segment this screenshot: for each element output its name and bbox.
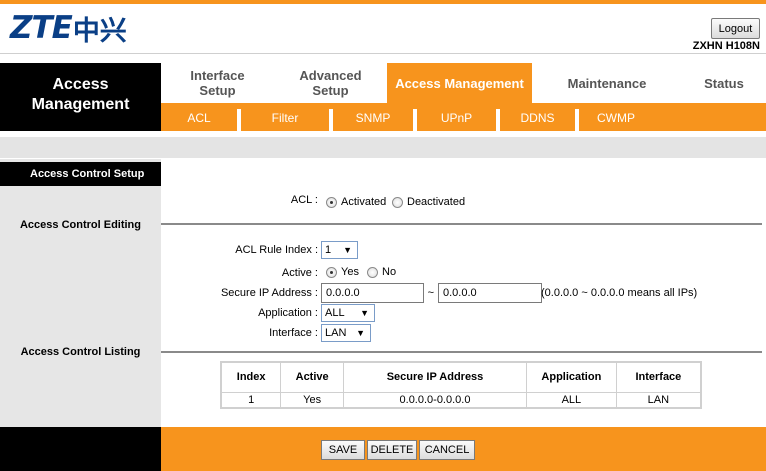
subtab-acl[interactable]: ACL bbox=[161, 103, 237, 131]
subtab-ddns[interactable]: DDNS bbox=[500, 103, 575, 131]
main-nav: Interface Setup Advanced Setup Access Mana… bbox=[161, 63, 766, 103]
table-header-row: Index Active Secure IP Address Applicati… bbox=[220, 361, 702, 393]
logo-latin: ZTE bbox=[10, 10, 73, 46]
device-model: ZXHN H108N bbox=[692, 40, 760, 52]
sub-nav: ACL Filter SNMP UPnP DDNS CWMP bbox=[161, 103, 766, 131]
rule-index-select[interactable]: 1 ▼ bbox=[321, 241, 358, 259]
column-header-active: Active bbox=[280, 361, 345, 393]
interface-label: Interface : bbox=[269, 327, 318, 339]
active-option-yes[interactable]: Yes bbox=[326, 266, 359, 278]
radio-active-yes[interactable] bbox=[326, 266, 337, 278]
application-value: ALL bbox=[325, 307, 345, 319]
top-accent-bar bbox=[0, 0, 766, 4]
ip-hint: (0.0.0.0 ~ 0.0.0.0 means all IPs) bbox=[541, 287, 698, 299]
tab-maintenance[interactable]: Maintenance bbox=[532, 63, 682, 103]
tab-advanced-setup-label1: Advanced bbox=[299, 68, 362, 83]
rule-index-value: 1 bbox=[325, 244, 332, 256]
tab-interface-setup-label2: Setup bbox=[199, 83, 236, 98]
subtab-cwmp[interactable]: CWMP bbox=[579, 103, 653, 131]
content-top-strip bbox=[0, 137, 766, 158]
acl-deactivated-label: Deactivated bbox=[407, 196, 466, 208]
ip-start-input[interactable] bbox=[321, 283, 424, 303]
section-heading-editing: Access Control Editing bbox=[19, 219, 142, 231]
chevron-down-icon: ▼ bbox=[343, 245, 352, 255]
delete-button[interactable]: DELETE bbox=[367, 440, 417, 460]
radio-activated[interactable] bbox=[326, 196, 337, 208]
radio-active-no[interactable] bbox=[367, 266, 378, 278]
logo-chinese: 中兴 bbox=[72, 15, 127, 47]
rule-index-label: ACL Rule Index : bbox=[235, 244, 318, 256]
application-label: Application : bbox=[258, 307, 318, 319]
tab-advanced-setup[interactable]: Advanced Setup bbox=[274, 63, 387, 103]
section-title-line2: Management bbox=[31, 96, 130, 113]
chevron-down-icon: ▼ bbox=[360, 308, 369, 318]
tab-access-management[interactable]: Access Management bbox=[387, 63, 532, 103]
ip-range-tilde: ~ bbox=[427, 287, 434, 299]
subtab-filter[interactable]: Filter bbox=[241, 103, 329, 131]
active-option-no[interactable]: No bbox=[367, 266, 396, 278]
column-header-interface: Interface bbox=[615, 361, 702, 393]
tab-interface-setup-label1: Interface bbox=[190, 68, 245, 83]
section-sidebar bbox=[0, 159, 161, 427]
acl-option-activated[interactable]: Activated bbox=[326, 196, 386, 208]
column-header-application: Application bbox=[525, 361, 617, 393]
cell-interface: LAN bbox=[615, 391, 702, 409]
cell-active: Yes bbox=[280, 391, 345, 409]
active-yes-label: Yes bbox=[341, 266, 359, 278]
section-divider-editing bbox=[161, 223, 762, 225]
column-header-index: Index bbox=[220, 361, 282, 393]
acl-activated-label: Activated bbox=[341, 196, 387, 208]
header-divider bbox=[0, 53, 766, 54]
footer-left-block bbox=[0, 427, 161, 471]
save-button[interactable]: SAVE bbox=[321, 440, 365, 460]
acl-label: ACL : bbox=[290, 194, 318, 206]
tab-maintenance-label: Maintenance bbox=[567, 75, 647, 91]
cell-secure-ip: 0.0.0.0-0.0.0.0 bbox=[343, 391, 527, 409]
subtab-upnp[interactable]: UPnP bbox=[417, 103, 496, 131]
acl-option-deactivated[interactable]: Deactivated bbox=[392, 196, 465, 208]
cell-index: 1 bbox=[220, 391, 282, 409]
tab-access-management-label: Access Management bbox=[395, 75, 524, 91]
ip-end-input[interactable] bbox=[438, 283, 542, 303]
radio-deactivated[interactable] bbox=[392, 196, 403, 208]
active-no-label: No bbox=[382, 266, 397, 278]
section-title: Access Management bbox=[0, 63, 161, 131]
column-header-secure-ip: Secure IP Address bbox=[343, 361, 527, 393]
tab-interface-setup[interactable]: Interface Setup bbox=[161, 63, 274, 103]
cell-application: ALL bbox=[525, 391, 617, 409]
tab-advanced-setup-label2: Setup bbox=[312, 83, 349, 98]
logout-button[interactable]: Logout bbox=[711, 18, 760, 39]
interface-value: LAN bbox=[325, 327, 347, 339]
section-title-line1: Access bbox=[52, 76, 109, 93]
acl-listing-table: Index Active Secure IP Address Applicati… bbox=[220, 361, 702, 409]
interface-select[interactable]: LAN ▼ bbox=[321, 324, 371, 342]
chevron-down-icon: ▼ bbox=[356, 328, 365, 338]
section-heading-listing: Access Control Listing bbox=[20, 346, 141, 358]
tab-status[interactable]: Status bbox=[682, 63, 766, 103]
zte-logo: ZTE 中兴 bbox=[10, 8, 127, 48]
cancel-button[interactable]: CANCEL bbox=[419, 440, 475, 460]
active-label: Active : bbox=[281, 267, 318, 279]
tab-status-label: Status bbox=[704, 75, 744, 91]
section-divider-listing bbox=[161, 351, 762, 353]
application-select[interactable]: ALL ▼ bbox=[321, 304, 375, 322]
table-row: 1 Yes 0.0.0.0-0.0.0.0 ALL LAN bbox=[220, 391, 702, 409]
secure-ip-label: Secure IP Address : bbox=[220, 287, 318, 299]
section-heading-setup: Access Control Setup bbox=[0, 162, 161, 186]
subtab-snmp[interactable]: SNMP bbox=[333, 103, 413, 131]
